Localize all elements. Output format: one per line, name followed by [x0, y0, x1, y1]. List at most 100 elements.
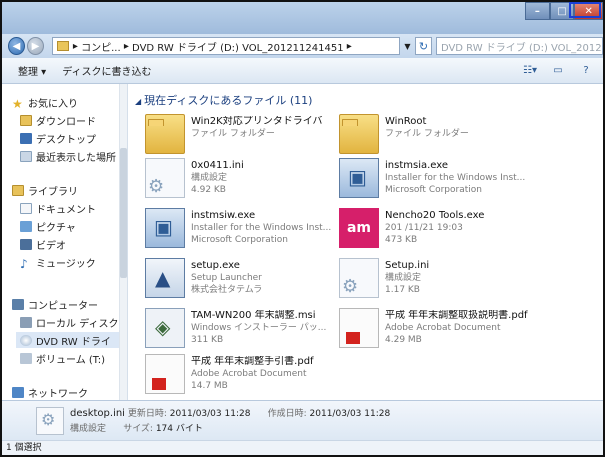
sidebar-item-videos[interactable]: ビデオ — [20, 236, 66, 252]
sidebar-item-recent-places[interactable]: 最近表示した場所 — [20, 148, 116, 164]
title-bar[interactable]: – □ ✕ — [2, 2, 603, 34]
file-size: 4.29 MB — [385, 335, 422, 345]
sidebar-item-desktop[interactable]: デスクトップ — [20, 130, 96, 146]
sidebar-item-label: 最近表示した場所 — [36, 152, 116, 164]
file-item[interactable]: 平成 年年末調整取扱説明書.pdf Adobe Acrobat Document… — [339, 308, 539, 356]
address-dropdown-icon[interactable]: ▼ — [400, 42, 415, 51]
status-text: 1 個選択 — [6, 443, 42, 453]
pictures-icon — [20, 220, 32, 232]
videos-icon — [20, 238, 32, 250]
sidebar-item-label: お気に入り — [28, 98, 78, 110]
ini-file-icon — [339, 258, 379, 298]
focus-highlight — [569, 2, 601, 18]
sidebar-item-label: デスクトップ — [36, 134, 96, 146]
sidebar-item-volume-t[interactable]: ボリューム (T:) — [20, 350, 105, 366]
details-filename: desktop.ini — [70, 408, 125, 419]
details-type: 構成設定 — [70, 424, 107, 434]
desktop-icon — [20, 132, 32, 144]
preview-pane-icon[interactable]: ▭ — [551, 65, 565, 77]
address-bar[interactable]: ▸ コンピ... ▸ DVD RW ドライブ (D:) VOL_20121124… — [51, 37, 401, 55]
search-placeholder: DVD RW ドライブ (D:) VOL_2012... — [440, 42, 603, 54]
file-description: Installer for the Windows Inst... — [191, 223, 332, 233]
sidebar-item-library[interactable]: ライブラリ — [12, 182, 78, 198]
file-description: Setup Launcher — [191, 273, 262, 283]
group-header[interactable]: ◢ 現在ディスクにあるファイル (11) — [135, 92, 312, 108]
refresh-button[interactable]: ↻ — [414, 37, 432, 55]
minimize-button[interactable]: – — [525, 2, 550, 20]
details-line-2: 構成設定 サイズ: 174 バイト — [70, 421, 203, 434]
network-icon — [12, 386, 24, 398]
sidebar-item-label: ミュージック — [36, 258, 96, 270]
file-size: 14.7 MB — [191, 381, 228, 391]
status-bar: 1 個選択 — [2, 440, 603, 455]
file-type: 構成設定 — [385, 273, 422, 283]
file-item[interactable]: WinRoot ファイル フォルダー — [339, 114, 539, 162]
search-input[interactable]: DVD RW ドライブ (D:) VOL_2012... ⚲ — [435, 37, 603, 55]
file-item[interactable]: instmsia.exe Installer for the Windows I… — [339, 158, 539, 206]
sidebar-item-label: ピクチャ — [36, 222, 76, 234]
change-view-icon[interactable]: ☷▾ — [523, 65, 537, 77]
command-bar: 整理 ▾ ディスクに書き込む ☷▾ ▭ ? — [2, 58, 603, 84]
local-disk-icon — [20, 316, 32, 328]
breadcrumb-separator-icon: ▸ — [343, 40, 352, 52]
sidebar-item-label: ライブラリ — [28, 186, 78, 198]
sidebar-item-label: ドキュメント — [36, 204, 96, 216]
file-name: Setup.ini — [385, 260, 430, 271]
file-item[interactable]: setup.exe Setup Launcher 株式会社タテムラ — [145, 258, 345, 306]
file-name: 0x0411.ini — [191, 160, 244, 171]
file-size: 473 KB — [385, 235, 418, 245]
organize-button[interactable]: 整理 ▾ — [18, 63, 46, 78]
file-item[interactable]: am Nencho20 Tools.exe 201 /11/21 19:03 4… — [339, 208, 539, 256]
sidebar-item-local-disk[interactable]: ローカル ディスク — [20, 314, 118, 330]
file-name: 平成 年年末調整取扱説明書.pdf — [385, 310, 528, 321]
file-type: Adobe Acrobat Document — [191, 369, 307, 379]
details-modified-value: 2011/03/03 11:28 — [169, 409, 251, 419]
sidebar-scrollbar[interactable] — [119, 84, 127, 400]
group-header-label: 現在ディスクにあるファイル (11) — [144, 94, 313, 107]
setup-exe-icon — [145, 258, 185, 298]
ini-file-icon — [145, 158, 185, 198]
file-item[interactable]: Win2K対応プリンタドライバ ファイル フォルダー — [145, 114, 345, 162]
forward-button[interactable]: ▶ — [26, 37, 44, 55]
file-list-pane: ◢ 現在ディスクにあるファイル (11) Win2K対応プリンタドライバ ファイル… — [129, 84, 603, 400]
details-pane: desktop.ini 更新日時: 2011/03/03 11:28 作成日時:… — [2, 400, 603, 440]
details-size-label: サイズ: — [123, 424, 153, 434]
file-item[interactable]: 0x0411.ini 構成設定 4.92 KB — [145, 158, 345, 206]
file-name: WinRoot — [385, 116, 427, 127]
navigation-pane: ★ お気に入り ダウンロード デスクトップ 最近表示した場所 ライブラリ ドキュ… — [2, 84, 128, 400]
back-button[interactable]: ◀ — [8, 37, 25, 55]
file-item[interactable]: TAM-WN200 年末調整.msi Windows インストーラー パッ...… — [145, 308, 345, 356]
music-icon: ♪ — [20, 256, 28, 271]
toolbar-right: ☷▾ ▭ ? — [523, 65, 603, 77]
sidebar-item-dvd-drive[interactable]: DVD RW ドライ — [16, 332, 120, 348]
breadcrumb-computer[interactable]: コンピ... — [81, 39, 121, 54]
file-company: Microsoft Corporation — [191, 235, 288, 245]
file-name: 平成 年年末調整手引書.pdf — [191, 356, 314, 367]
file-name: Win2K対応プリンタドライバ — [191, 116, 323, 127]
folder-icon — [56, 41, 69, 51]
file-item[interactable]: instmsiw.exe Installer for the Windows I… — [145, 208, 345, 256]
nencho-app-icon: am — [339, 208, 379, 248]
sidebar-item-favorites[interactable]: ★ お気に入り — [12, 94, 78, 111]
sidebar-item-label: DVD RW ドライ — [36, 336, 111, 348]
breadcrumb-separator-icon: ▸ — [120, 40, 133, 52]
file-size: 1.17 KB — [385, 285, 420, 295]
documents-icon — [20, 202, 32, 214]
file-company: 株式会社タテムラ — [191, 285, 263, 295]
sidebar-item-pictures[interactable]: ピクチャ — [20, 218, 76, 234]
sidebar-item-network[interactable]: ネットワーク — [12, 384, 88, 400]
sidebar-item-downloads[interactable]: ダウンロード — [20, 112, 96, 128]
burn-to-disc-button[interactable]: ディスクに書き込む — [62, 63, 151, 78]
file-company: Microsoft Corporation — [385, 185, 482, 195]
sidebar-item-documents[interactable]: ドキュメント — [20, 200, 96, 216]
file-item[interactable]: Setup.ini 構成設定 1.17 KB — [339, 258, 539, 306]
file-item[interactable]: 平成 年年末調整手引書.pdf Adobe Acrobat Document 1… — [145, 354, 345, 400]
computer-icon — [12, 298, 24, 310]
sidebar-item-music[interactable]: ♪ ミュージック — [20, 254, 96, 271]
sidebar-item-label: ネットワーク — [28, 388, 88, 400]
sidebar-scroll-thumb[interactable] — [120, 148, 127, 278]
help-icon[interactable]: ? — [579, 65, 593, 77]
library-icon — [12, 184, 24, 196]
sidebar-item-computer[interactable]: コンピューター — [12, 296, 98, 312]
breadcrumb-drive[interactable]: DVD RW ドライブ (D:) VOL_201211241451 — [132, 39, 344, 54]
